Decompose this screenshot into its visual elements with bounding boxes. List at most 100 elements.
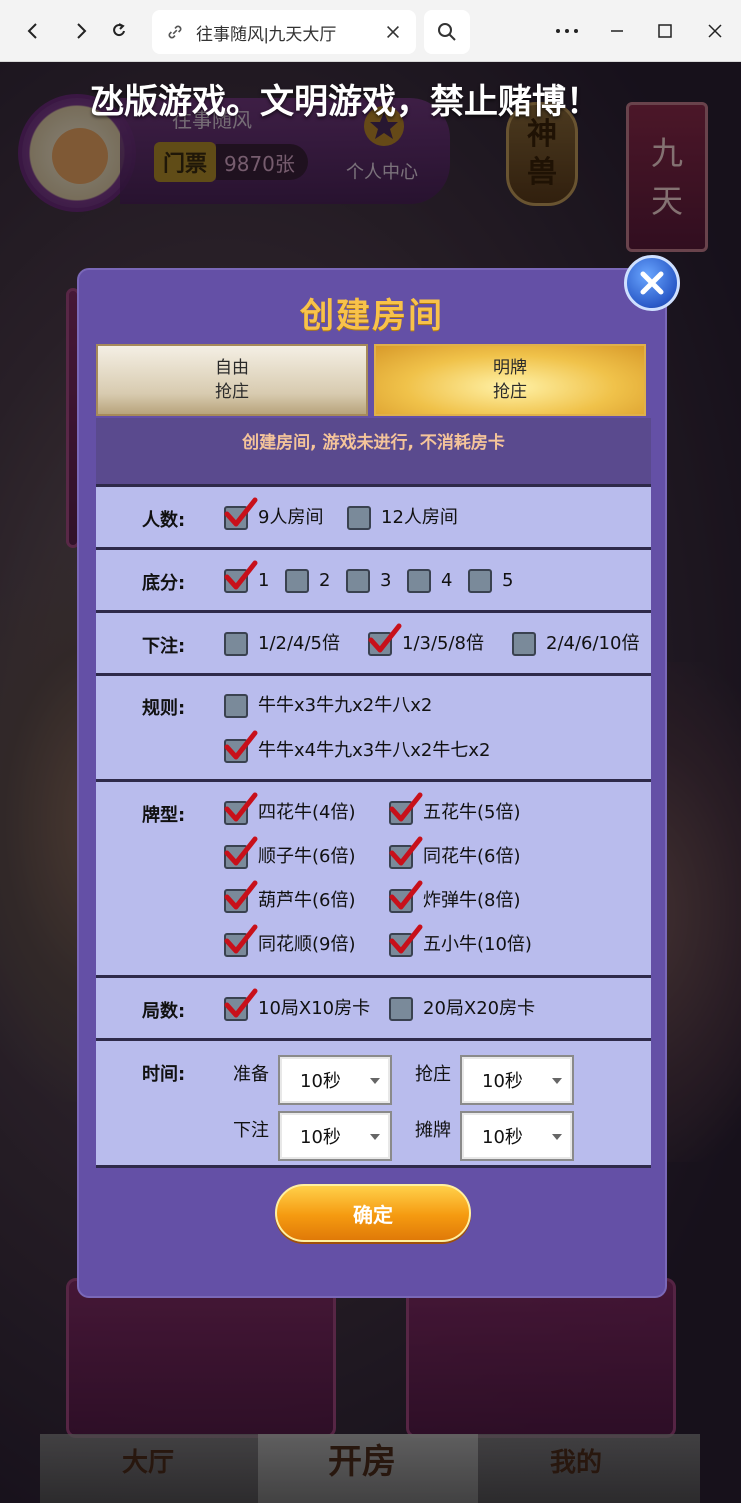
prepare-label: 准备 bbox=[233, 1064, 269, 1085]
option-card-type[interactable]: 顺子牛(6倍) bbox=[224, 836, 356, 869]
checkbox[interactable] bbox=[512, 632, 536, 656]
checkbox[interactable] bbox=[224, 988, 258, 1021]
checkbox[interactable] bbox=[468, 569, 492, 593]
players-label: 人数: bbox=[142, 510, 186, 531]
tab-label: 明牌 bbox=[493, 358, 527, 378]
checkbox[interactable] bbox=[224, 730, 258, 763]
option-9-players[interactable]: 9人房间 bbox=[224, 497, 324, 530]
tab-free-grab[interactable]: 自由 抢庄 bbox=[96, 344, 368, 416]
select-value: 10秒 bbox=[300, 1071, 341, 1092]
option-card-type[interactable]: 葫芦牛(6倍) bbox=[224, 880, 356, 913]
option-score-2[interactable]: 2 bbox=[285, 569, 330, 593]
option-bet-2[interactable]: 1/3/5/8倍 bbox=[368, 623, 485, 656]
window-close-icon[interactable] bbox=[700, 16, 730, 46]
option-label: 1/3/5/8倍 bbox=[402, 633, 485, 654]
option-card-type[interactable]: 同花牛(6倍) bbox=[389, 836, 521, 869]
marquee-notice: 氹版游戏。文明游戏，禁止赌博！ bbox=[90, 82, 600, 122]
divider bbox=[96, 484, 651, 487]
checkbox[interactable] bbox=[389, 836, 423, 869]
tab-label: 抢庄 bbox=[215, 382, 249, 402]
checkbox[interactable] bbox=[224, 694, 248, 718]
option-rounds-10[interactable]: 10局X10房卡 bbox=[224, 988, 371, 1021]
dialog-close-button[interactable] bbox=[624, 255, 680, 311]
option-12-players[interactable]: 12人房间 bbox=[347, 506, 458, 530]
checkbox[interactable] bbox=[389, 880, 423, 913]
more-icon[interactable] bbox=[552, 16, 582, 46]
option-label: 炸弹牛(8倍) bbox=[423, 890, 521, 911]
option-label: 2 bbox=[319, 570, 331, 591]
checkbox[interactable] bbox=[224, 560, 258, 593]
option-bet-3[interactable]: 2/4/6/10倍 bbox=[512, 632, 639, 656]
refresh-icon[interactable] bbox=[102, 14, 136, 48]
option-label: 4 bbox=[441, 570, 453, 591]
divider bbox=[96, 610, 651, 613]
option-label: 9人房间 bbox=[258, 507, 324, 528]
divider bbox=[96, 1165, 651, 1168]
checkbox[interactable] bbox=[224, 924, 258, 957]
tab-label: 抢庄 bbox=[493, 382, 527, 402]
divider bbox=[96, 547, 651, 550]
link-icon bbox=[168, 25, 182, 39]
option-label: 同花顺(9倍) bbox=[258, 934, 356, 955]
options-panel: 创建房间, 游戏未进行, 不消耗房卡 人数: 9人房间 12人房间 底分: 1 … bbox=[96, 418, 651, 1168]
select-value: 10秒 bbox=[482, 1127, 523, 1148]
option-bet-1[interactable]: 1/2/4/5倍 bbox=[224, 632, 340, 656]
option-card-type[interactable]: 同花顺(9倍) bbox=[224, 924, 356, 957]
checkbox[interactable] bbox=[389, 997, 413, 1021]
option-score-1[interactable]: 1 bbox=[224, 560, 270, 593]
show-time-select[interactable]: 10秒 bbox=[460, 1111, 574, 1161]
checkbox[interactable] bbox=[224, 632, 248, 656]
create-room-dialog: 创建房间 自由 抢庄 明牌 抢庄 创建房间, 游戏未进行, 不消耗房卡 人数: … bbox=[77, 268, 667, 1298]
checkbox[interactable] bbox=[347, 506, 371, 530]
checkbox[interactable] bbox=[224, 880, 258, 913]
rounds-label: 局数: bbox=[142, 1001, 186, 1022]
option-score-3[interactable]: 3 bbox=[346, 569, 391, 593]
confirm-button[interactable]: 确定 bbox=[275, 1184, 471, 1242]
option-card-type[interactable]: 四花牛(4倍) bbox=[224, 792, 356, 825]
rules-label: 规则: bbox=[142, 698, 186, 719]
grab-label: 抢庄 bbox=[415, 1064, 451, 1085]
option-label: 顺子牛(6倍) bbox=[258, 846, 356, 867]
option-rounds-20[interactable]: 20局X20房卡 bbox=[389, 997, 535, 1021]
checkbox[interactable] bbox=[389, 924, 423, 957]
checkbox[interactable] bbox=[346, 569, 370, 593]
prepare-time-select[interactable]: 10秒 bbox=[278, 1055, 392, 1105]
option-label: 12人房间 bbox=[381, 507, 458, 528]
select-value: 10秒 bbox=[482, 1071, 523, 1092]
option-label: 5 bbox=[502, 570, 514, 591]
option-rule-1[interactable]: 牛牛x3牛九x2牛八x2 bbox=[224, 694, 432, 718]
checkbox[interactable] bbox=[407, 569, 431, 593]
back-icon[interactable] bbox=[16, 14, 50, 48]
checkbox[interactable] bbox=[224, 836, 258, 869]
minimize-icon[interactable] bbox=[602, 16, 632, 46]
close-icon bbox=[640, 271, 664, 295]
close-icon[interactable] bbox=[384, 23, 402, 41]
option-card-type[interactable]: 五小牛(10倍) bbox=[389, 924, 532, 957]
checkbox[interactable] bbox=[224, 497, 258, 530]
tab-open-grab[interactable]: 明牌 抢庄 bbox=[374, 344, 646, 416]
checkbox[interactable] bbox=[285, 569, 309, 593]
maximize-icon[interactable] bbox=[650, 16, 680, 46]
search-icon[interactable] bbox=[424, 10, 470, 54]
option-score-5[interactable]: 5 bbox=[468, 569, 513, 593]
option-card-type[interactable]: 炸弹牛(8倍) bbox=[389, 880, 521, 913]
bet-time-select[interactable]: 10秒 bbox=[278, 1111, 392, 1161]
forward-icon[interactable] bbox=[64, 14, 98, 48]
grab-time-select[interactable]: 10秒 bbox=[460, 1055, 574, 1105]
checkbox[interactable] bbox=[224, 792, 258, 825]
chevron-down-icon bbox=[370, 1134, 380, 1140]
card-types-label: 牌型: bbox=[142, 805, 186, 826]
option-label: 10局X10房卡 bbox=[258, 998, 371, 1019]
chevron-down-icon bbox=[370, 1078, 380, 1084]
option-rule-2[interactable]: 牛牛x4牛九x3牛八x2牛七x2 bbox=[224, 730, 490, 763]
divider bbox=[96, 779, 651, 782]
chevron-down-icon bbox=[552, 1134, 562, 1140]
option-score-4[interactable]: 4 bbox=[407, 569, 452, 593]
checkbox[interactable] bbox=[368, 623, 402, 656]
option-card-type[interactable]: 五花牛(5倍) bbox=[389, 792, 521, 825]
chevron-down-icon bbox=[552, 1078, 562, 1084]
option-label: 1 bbox=[258, 570, 270, 591]
check-icon bbox=[224, 730, 258, 760]
browser-tab[interactable]: 往事随风|九天大厅 bbox=[152, 10, 416, 54]
checkbox[interactable] bbox=[389, 792, 423, 825]
